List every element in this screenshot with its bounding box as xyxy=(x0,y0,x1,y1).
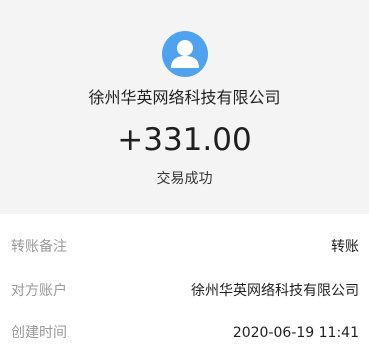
transaction-status: 交易成功 xyxy=(156,171,213,187)
detail-value: 徐州华英网络科技有限公司 xyxy=(191,283,359,299)
detail-value: 转账 xyxy=(331,239,359,255)
detail-row-remark: 转账备注 转账 xyxy=(0,225,369,269)
counterparty-name: 徐州华英网络科技有限公司 xyxy=(88,88,281,107)
detail-label: 创建时间 xyxy=(11,325,67,341)
detail-label: 转账备注 xyxy=(11,239,67,255)
user-avatar-icon xyxy=(162,31,208,77)
detail-label: 对方账户 xyxy=(11,283,67,299)
detail-row-account: 对方账户 徐州华英网络科技有限公司 xyxy=(0,269,369,313)
detail-value: 2020-06-19 11:41 xyxy=(232,325,359,341)
transaction-header: 徐州华英网络科技有限公司 +331.00 交易成功 xyxy=(0,0,369,214)
detail-row-created-time: 创建时间 2020-06-19 11:41 xyxy=(0,311,369,355)
transaction-amount: +331.00 xyxy=(117,122,252,158)
